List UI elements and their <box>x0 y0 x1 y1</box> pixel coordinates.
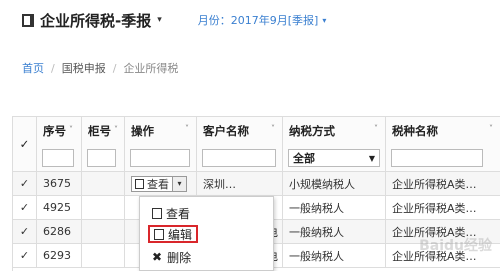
filter-tax-type-input[interactable] <box>391 149 483 167</box>
table-header-row: ✓ 序号 ˅ 柜号 ˅ 操作 ˅ 客户名称 ˅ 纳税方式 ˅ 全部 ▼ 税种名称 ˅ <box>13 117 500 172</box>
row-checkbox[interactable]: ✓ <box>13 220 37 244</box>
cell-cabinet <box>82 172 125 196</box>
breadcrumb: 首页 / 国税申报 / 企业所得税 <box>22 60 178 76</box>
cell-taxpayer-type: 一般纳税人 <box>283 196 386 220</box>
cell-taxpayer-type: 小规模纳税人 <box>283 172 386 196</box>
cell-cabinet <box>82 196 125 220</box>
column-header-tax-type[interactable]: 税种名称 ˅ <box>386 117 500 172</box>
cell-cabinet <box>82 244 125 268</box>
filter-taxpayer-select[interactable]: 全部 ▼ <box>288 149 380 167</box>
watermark: Baidu经验 <box>419 238 492 254</box>
cell-seq: 4925 <box>37 196 82 220</box>
column-header-op: 操作 ˅ <box>125 117 197 172</box>
sort-icon[interactable]: ˅ <box>271 124 275 133</box>
filter-seq-input[interactable] <box>42 149 74 167</box>
column-header-seq[interactable]: 序号 ˅ <box>37 117 82 172</box>
sort-icon[interactable]: ˅ <box>69 125 73 134</box>
menu-item-delete[interactable]: ✖ 删除 <box>148 248 195 266</box>
chevron-down-icon[interactable]: ▾ <box>157 15 162 25</box>
cell-seq: 6293 <box>37 244 82 268</box>
breadcrumb-home[interactable]: 首页 <box>22 60 44 76</box>
close-icon: ✖ <box>152 250 163 264</box>
table-row[interactable]: ✓ 3675 查看 ▾ 深圳… 小规模纳税人 企业所得税A类… <box>13 172 500 196</box>
document-icon <box>22 13 34 27</box>
filter-customer-input[interactable] <box>202 149 276 167</box>
sort-icon[interactable]: ˅ <box>489 124 493 133</box>
period-selector[interactable]: 月份：2017年9月[季报] <box>198 12 319 28</box>
cell-taxpayer-type: 一般纳税人 <box>283 220 386 244</box>
breadcrumb-separator: / <box>112 61 117 75</box>
cell-cabinet <box>82 220 125 244</box>
select-all-checkbox[interactable]: ✓ <box>13 117 37 172</box>
cell-seq: 3675 <box>37 172 82 196</box>
filter-cabinet-input[interactable] <box>87 149 116 167</box>
row-checkbox[interactable]: ✓ <box>13 196 37 220</box>
column-header-taxpayer-type[interactable]: 纳税方式 ˅ 全部 ▼ <box>283 117 386 172</box>
operation-dropdown-menu: 查看 编辑 ✖ 删除 <box>139 196 274 271</box>
row-checkbox[interactable]: ✓ <box>13 244 37 268</box>
breadcrumb-national-tax[interactable]: 国税申报 <box>62 60 106 76</box>
cell-seq: 6286 <box>37 220 82 244</box>
cell-customer: 深圳… <box>197 172 283 196</box>
menu-item-view[interactable]: 查看 <box>148 204 194 222</box>
cell-tax-type: 企业所得税A类… <box>386 172 500 196</box>
view-button[interactable]: 查看 <box>131 175 173 192</box>
column-header-cabinet[interactable]: 柜号 ˅ <box>82 117 125 172</box>
chevron-down-icon: ▼ <box>368 153 375 163</box>
cell-tax-type: 企业所得税A类… <box>386 196 500 220</box>
breadcrumb-separator: / <box>51 61 55 75</box>
menu-item-edit[interactable]: 编辑 <box>148 225 199 243</box>
column-header-customer[interactable]: 客户名称 ˅ <box>197 117 283 172</box>
sort-icon[interactable]: ˅ <box>374 124 378 133</box>
filter-op-input[interactable] <box>130 149 190 167</box>
page-header: 企业所得税-季报 ▾ 月份：2017年9月[季报] ▾ <box>22 8 326 32</box>
row-checkbox[interactable]: ✓ <box>13 172 37 196</box>
page-title[interactable]: 企业所得税-季报 <box>40 10 151 31</box>
chevron-down-icon[interactable]: ▾ <box>322 16 326 25</box>
cell-taxpayer-type: 一般纳税人 <box>283 244 386 268</box>
breadcrumb-current: 企业所得税 <box>123 62 179 75</box>
op-dropdown-toggle[interactable]: ▾ <box>173 175 187 192</box>
document-icon <box>135 178 144 189</box>
document-icon <box>154 228 164 240</box>
sort-icon[interactable]: ˅ <box>185 124 189 133</box>
document-icon <box>152 207 162 219</box>
sort-icon[interactable]: ˅ <box>114 125 118 134</box>
cell-op: 查看 ▾ <box>125 172 197 196</box>
